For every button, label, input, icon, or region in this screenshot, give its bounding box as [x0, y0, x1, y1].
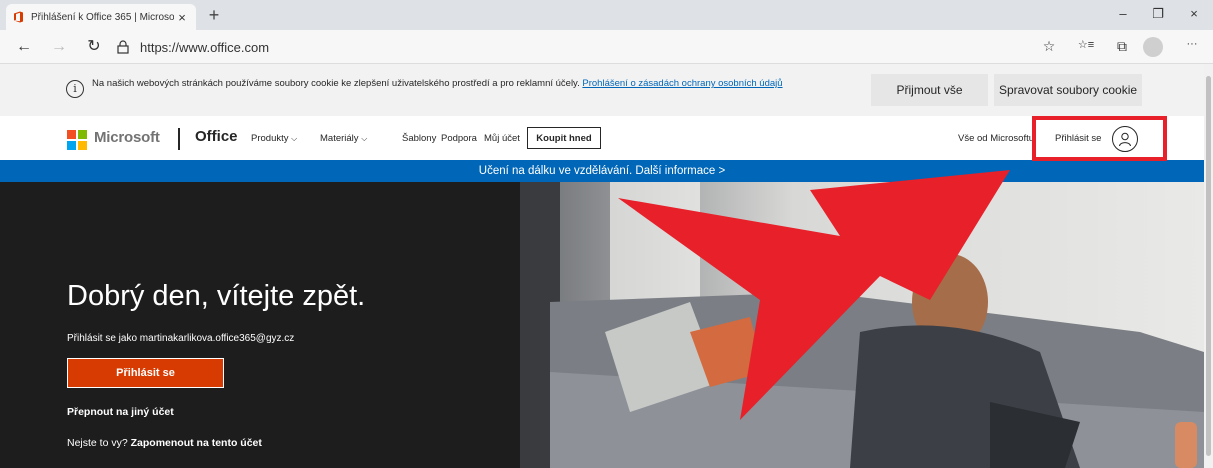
header-divider [178, 128, 180, 150]
nav-templates[interactable]: Šablony [402, 133, 436, 144]
office-wordmark[interactable]: Office [195, 128, 238, 145]
privacy-link[interactable]: Prohlášení o zásadách ochrany osobních ú… [582, 78, 782, 89]
nav-products-label: Produkty [251, 133, 289, 144]
all-microsoft-menu[interactable]: Vše od Microsoftu [958, 133, 1034, 144]
office-favicon-icon [12, 11, 24, 23]
accept-cookies-button[interactable]: Přijmout vše [871, 74, 988, 106]
tab-close-icon[interactable]: × [174, 10, 190, 25]
refresh-icon[interactable]: ↻ [84, 37, 104, 57]
nav-support[interactable]: Podpora [441, 133, 477, 144]
lock-icon [117, 40, 129, 54]
favorites-list-icon[interactable]: ☆≡ [1075, 38, 1097, 51]
hero-photo [520, 182, 1204, 468]
url-text: https://www.office.com [140, 39, 270, 55]
browser-tab[interactable]: Přihlášení k Office 365 | Microsoft × [6, 4, 196, 30]
more-menu-icon[interactable]: ··· [1182, 38, 1202, 50]
hero-signin-button[interactable]: Přihlásit se [67, 358, 224, 388]
hero-title: Dobrý den, vítejte zpět. [67, 280, 366, 312]
profile-avatar-icon[interactable] [1143, 37, 1163, 57]
maximize-icon[interactable]: ❐ [1148, 6, 1168, 22]
scrollbar-thumb[interactable] [1206, 76, 1211, 456]
browser-navbar: ← → ↻ https://www.office.com ☆ ☆≡ ⧉ ··· [0, 30, 1213, 64]
favorite-star-icon[interactable]: ☆ [1039, 38, 1059, 55]
not-you-prefix: Nejste to vy? [67, 437, 128, 449]
collections-icon[interactable]: ⧉ [1112, 38, 1132, 55]
buy-now-button[interactable]: Koupit hned [527, 127, 601, 149]
nav-resources-label: Materiály [320, 133, 359, 144]
microsoft-logo-icon[interactable] [67, 130, 87, 150]
cookie-banner: i Na našich webových stránkách používáme… [0, 64, 1204, 116]
manage-cookies-button[interactable]: Spravovat soubory cookie [994, 74, 1142, 106]
chevron-down-icon: ⌵ [361, 134, 368, 143]
cookie-text: Na našich webových stránkách používáme s… [92, 78, 792, 90]
close-window-icon[interactable]: × [1184, 6, 1204, 21]
microsoft-wordmark[interactable]: Microsoft [94, 129, 160, 146]
info-icon: i [66, 80, 84, 98]
site-header: Microsoft Office Produkty ⌵ Materiály ⌵ … [0, 116, 1204, 160]
nav-resources[interactable]: Materiály ⌵ [320, 133, 367, 144]
switch-account-link[interactable]: Přepnout na jiný účet [67, 406, 174, 418]
cookie-message: Na našich webových stránkách používáme s… [92, 78, 580, 89]
back-icon[interactable]: ← [14, 37, 34, 57]
nav-products[interactable]: Produkty ⌵ [251, 133, 297, 144]
minimize-icon[interactable]: – [1113, 6, 1133, 21]
browser-tabstrip: Přihlášení k Office 365 | Microsoft × + … [0, 0, 1213, 30]
nav-my-account[interactable]: Můj účet [484, 133, 520, 144]
chevron-down-icon: ⌵ [291, 134, 298, 143]
promo-banner[interactable]: Učení na dálku ve vzdělávání. Další info… [0, 160, 1204, 182]
new-tab-button[interactable]: + [204, 5, 224, 25]
not-you-text: Nejste to vy? Zapomenout na tento účet [67, 437, 262, 449]
signin-as-text: Přihlásit se jako martinakarlikova.offic… [67, 333, 295, 344]
address-bar[interactable]: https://www.office.com [116, 36, 1176, 58]
hero-section: Dobrý den, vítejte zpět. Přihlásit se ja… [0, 182, 1204, 468]
forward-icon[interactable]: → [49, 37, 69, 57]
annotation-highlight-box [1032, 116, 1167, 161]
forget-account-link[interactable]: Zapomenout na tento účet [131, 437, 262, 449]
tab-title: Přihlášení k Office 365 | Microsoft [31, 11, 174, 23]
page-scrollbar[interactable] [1204, 64, 1213, 468]
